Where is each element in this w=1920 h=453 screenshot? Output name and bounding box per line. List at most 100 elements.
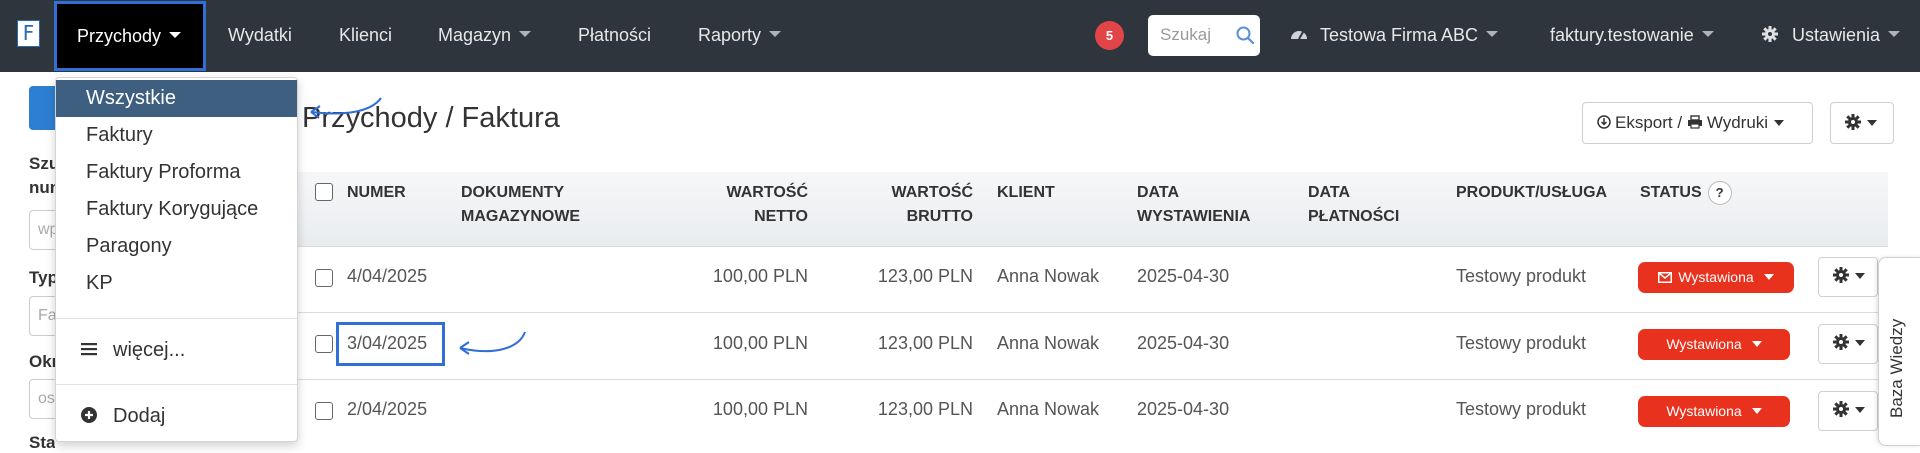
export-print-button[interactable]: Eksport / Wydruki <box>1582 102 1813 144</box>
status-label: Wystawiona <box>1666 336 1742 352</box>
invoice-number-link[interactable]: 4/04/2025 <box>347 266 427 287</box>
caret-down-icon <box>1751 341 1762 348</box>
product-name: Testowy produkt <box>1456 266 1587 286</box>
nav-raporty[interactable]: Raporty <box>698 0 782 72</box>
menu-item-more-label: więcej... <box>113 339 186 361</box>
nav-klienci[interactable]: Klienci <box>339 0 392 72</box>
menu-item-kp[interactable]: KP <box>56 265 297 302</box>
nav-magazyn-label: Magazyn <box>438 25 512 45</box>
status-label: Wystawiona <box>1666 403 1742 419</box>
gear-icon <box>1845 113 1861 130</box>
nav-magazyn[interactable]: Magazyn <box>438 0 532 72</box>
caret-down-icon <box>1763 274 1774 281</box>
nav-wydatki[interactable]: Wydatki <box>228 0 292 72</box>
col-number[interactable]: NUMER <box>347 181 406 205</box>
col-net-line1: WARTOŚĆ <box>726 184 808 201</box>
row-divider <box>298 246 1888 247</box>
filter-search-label: Szukaj numer <box>29 154 55 197</box>
col-client[interactable]: KLIENT <box>997 181 1055 205</box>
nav-raporty-label: Raporty <box>698 25 762 45</box>
issue-date: 2025-04-30 <box>1137 333 1230 353</box>
row-checkbox[interactable] <box>315 335 333 353</box>
row-checkbox[interactable] <box>315 269 333 287</box>
menu-item-wszystkie[interactable]: Wszystkie <box>56 80 297 117</box>
caret-down-icon <box>1855 406 1865 413</box>
net-value: 100,00 PLN <box>712 333 808 353</box>
notification-badge[interactable]: 5 <box>1095 21 1124 50</box>
status-dropdown[interactable]: Wystawiona <box>1638 329 1790 360</box>
col-gross[interactable]: WARTOŚĆ BRUTTO <box>855 181 973 229</box>
filter-period-label: Okres <box>29 352 55 371</box>
filter-type-select[interactable]: Faktury <box>29 296 57 336</box>
menu-item-faktury[interactable]: Faktury <box>56 117 297 154</box>
menu-item-paragony[interactable]: Paragony <box>56 228 297 265</box>
row-actions-button[interactable] <box>1818 391 1878 431</box>
menu-divider <box>56 384 297 385</box>
row-actions-button[interactable] <box>1818 324 1878 364</box>
table-settings-button[interactable] <box>1830 102 1894 144</box>
nav-settings[interactable]: Ustawienia <box>1762 0 1901 72</box>
nav-company[interactable]: Testowa Firma ABC <box>1290 0 1499 72</box>
client-name[interactable]: Anna Nowak <box>997 333 1099 354</box>
search-input[interactable] <box>1160 24 1232 46</box>
gear-icon <box>1833 400 1849 417</box>
col-net[interactable]: WARTOŚĆ NETTO <box>690 181 808 229</box>
col-issue-date[interactable]: DATA WYSTAWIENIA <box>1137 181 1250 229</box>
nav-account[interactable]: faktury.testowanie <box>1550 0 1714 72</box>
col-net-line2: NETTO <box>754 208 808 225</box>
col-status-label: STATUS <box>1640 184 1702 201</box>
printer-icon <box>1687 114 1702 129</box>
gross-value: 123,00 PLN <box>877 266 973 286</box>
gear-icon <box>1833 266 1849 283</box>
product-name: Testowy produkt <box>1456 333 1587 353</box>
menu-item-faktury-proforma[interactable]: Faktury Proforma <box>56 154 297 191</box>
status-label: Wystawiona <box>1678 269 1754 285</box>
net-value: 100,00 PLN <box>712 399 808 419</box>
net-value: 100,00 PLN <box>712 266 808 286</box>
client-name[interactable]: Anna Nowak <box>997 399 1099 420</box>
filter-type-label: Typ <box>29 268 55 287</box>
menu-item-add[interactable]: Dodaj <box>56 398 297 435</box>
help-icon[interactable]: ? <box>1707 181 1732 205</box>
caret-down-icon <box>519 31 532 38</box>
filter-search-input[interactable]: wpisz <box>29 210 57 250</box>
client-name[interactable]: Anna Nowak <box>997 266 1099 287</box>
nav-platnosci[interactable]: Płatności <box>578 0 651 72</box>
menu-divider <box>56 318 297 319</box>
issue-date: 2025-04-30 <box>1137 266 1230 286</box>
col-status[interactable]: STATUS? <box>1640 181 1732 205</box>
menu-item-faktury-korygujace[interactable]: Faktury Korygujące <box>56 191 297 228</box>
invoice-number-link[interactable]: 2/04/2025 <box>347 399 427 420</box>
knowledge-base-label: Baza Wiedzy <box>1887 318 1906 418</box>
app-logo[interactable]: F <box>17 20 40 47</box>
nav-przychody[interactable]: Przychody <box>54 1 206 71</box>
top-navbar: F Przychody Wydatki Klienci Magazyn Płat… <box>0 0 1920 72</box>
row-checkbox[interactable] <box>315 402 333 420</box>
annotation-arrow-icon <box>459 331 526 355</box>
col-issue-line2: WYSTAWIENIA <box>1137 208 1251 225</box>
account-name: faktury.testowanie <box>1550 25 1694 45</box>
col-payment-date[interactable]: DATA PŁATNOŚCI <box>1308 181 1399 229</box>
settings-label: Ustawienia <box>1792 25 1881 45</box>
caret-down-icon <box>1701 31 1714 38</box>
annotation-arrow-icon <box>310 97 382 119</box>
export-label: Eksport / <box>1615 113 1687 132</box>
gross-value: 123,00 PLN <box>877 399 973 419</box>
search-icon[interactable] <box>1236 26 1254 44</box>
print-label: Wydruki <box>1706 113 1769 132</box>
menu-lines-icon <box>81 342 97 355</box>
col-product[interactable]: PRODUKT/USŁUGA <box>1456 181 1607 205</box>
status-dropdown[interactable]: Wystawiona <box>1638 396 1790 427</box>
product-name: Testowy produkt <box>1456 399 1587 419</box>
col-docs-line2: MAGAZYNOWE <box>461 208 581 225</box>
przychody-dropdown-menu: Wszystkie Faktury Faktury Proforma Faktu… <box>55 77 298 442</box>
menu-item-more[interactable]: więcej... <box>56 332 297 369</box>
knowledge-base-tab[interactable]: Baza Wiedzy <box>1878 257 1920 446</box>
row-actions-button[interactable] <box>1818 257 1878 297</box>
filter-period-select[interactable]: ostatnie <box>29 379 57 419</box>
status-dropdown[interactable]: Wystawiona <box>1638 262 1794 293</box>
select-all-checkbox[interactable] <box>315 183 333 201</box>
caret-down-icon <box>1774 119 1785 126</box>
search-box <box>1148 15 1260 56</box>
gear-icon <box>1762 26 1778 43</box>
